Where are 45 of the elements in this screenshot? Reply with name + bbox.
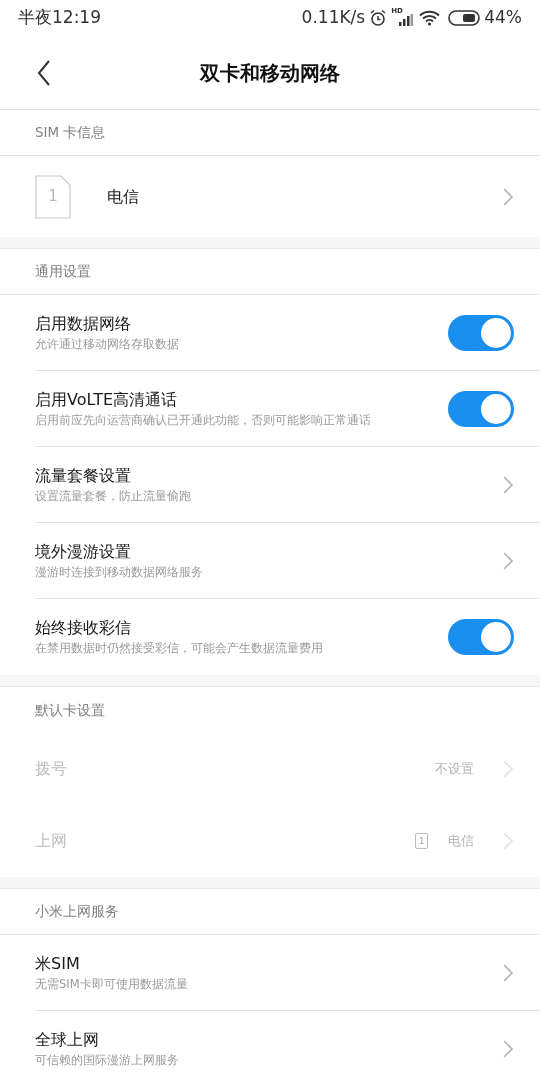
setting-value: 电信 <box>448 832 474 851</box>
section-header: 通用设置 <box>35 262 91 282</box>
setting-description: 启用前应先向运营商确认已开通此功能，否则可能影响正常通话 <box>35 411 372 429</box>
chevron-right-icon <box>502 759 514 779</box>
page-title: 双卡和移动网络 <box>200 59 340 87</box>
setting-title: 启用数据网络 <box>35 312 132 335</box>
section-header: 小米上网服务 <box>35 902 119 922</box>
alarm-icon <box>369 9 388 27</box>
toggle-switch[interactable] <box>448 390 514 427</box>
battery-icon <box>448 10 481 26</box>
wifi-icon <box>419 10 441 26</box>
toggle-switch[interactable] <box>448 314 514 351</box>
setting-description: 允许通过移动网络存取数据 <box>35 335 180 353</box>
chevron-right-icon <box>502 831 514 851</box>
setting-title: 境外漫游设置 <box>35 540 132 563</box>
setting-description: 在禁用数据时仍然接受彩信，可能会产生数据流量费用 <box>35 640 324 657</box>
setting-description: 设置流量套餐，防止流量偷跑 <box>35 487 192 505</box>
chevron-right-icon <box>502 1038 514 1059</box>
toggle-switch[interactable] <box>448 619 514 655</box>
setting-title: 始终接收彩信 <box>35 617 132 639</box>
sim-slot-number: 1 <box>48 186 58 208</box>
sim-card-icon <box>35 174 71 219</box>
chevron-right-icon <box>502 474 514 495</box>
section-header: 默认卡设置 <box>35 700 105 720</box>
setting-title: 全球上网 <box>35 1028 100 1051</box>
battery-percentage: 44% <box>484 6 522 30</box>
setting-description: 可信赖的国际漫游上网服务 <box>35 1051 180 1069</box>
setting-title: 拨号 <box>35 758 68 780</box>
setting-title: 米SIM <box>35 952 81 975</box>
sim-card-icon: 1 <box>415 833 428 849</box>
signal-icon <box>399 14 414 26</box>
setting-value: 不设置 <box>435 760 474 779</box>
setting-description: 无需SIM卡即可使用数据流量 <box>35 975 189 993</box>
network-speed: 0.11K/s <box>301 6 366 30</box>
setting-description: 漫游时连接到移动数据网络服务 <box>35 563 204 581</box>
setting-title: 电信 <box>107 185 140 208</box>
setting-title: 启用VoLTE高清通话 <box>35 388 179 411</box>
chevron-right-icon <box>502 550 514 571</box>
setting-title: 上网 <box>35 830 68 852</box>
section-header: SIM 卡信息 <box>35 123 106 143</box>
back-icon <box>37 59 51 86</box>
chevron-right-icon <box>502 186 514 207</box>
setting-title: 流量套餐设置 <box>35 464 132 487</box>
chevron-right-icon <box>502 962 514 983</box>
status-time: 半夜12:19 <box>18 6 101 30</box>
